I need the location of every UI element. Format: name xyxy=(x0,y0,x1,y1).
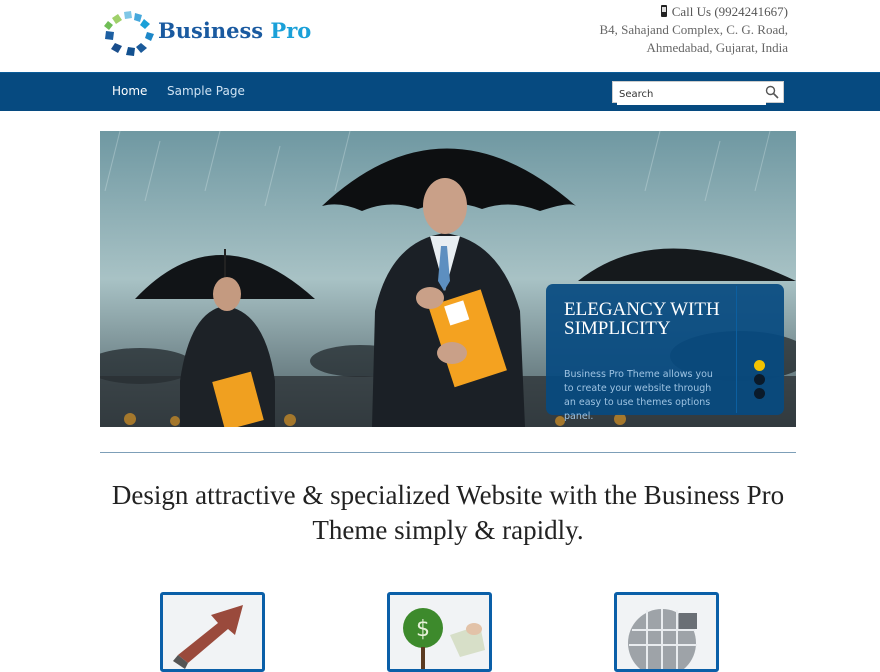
logo-text: Business Pro xyxy=(158,18,311,43)
slider-caption: Elegancy with simplicity Business Pro Th… xyxy=(546,284,784,422)
slider-dot-2[interactable] xyxy=(754,374,765,385)
feature-box-2[interactable]: $ xyxy=(387,592,492,672)
search-box xyxy=(612,81,784,105)
hero-slider: Elegancy with simplicity Business Pro Th… xyxy=(100,131,796,427)
section-divider xyxy=(100,452,796,453)
tagline-heading: Design attractive & specialized Website … xyxy=(111,480,785,545)
main-navigation: Home Sample Page xyxy=(0,72,880,111)
search-icon[interactable] xyxy=(765,85,779,99)
contact-info: Call Us (9924241667) B4, Sahajand Comple… xyxy=(600,3,789,57)
logo-mark-icon xyxy=(104,11,154,56)
logo-text-primary: Business xyxy=(158,18,264,43)
call-us-line: Call Us (9924241667) xyxy=(600,3,788,21)
phone-icon xyxy=(661,5,668,17)
search-input[interactable] xyxy=(617,84,766,105)
call-us-text: Call Us (9924241667) xyxy=(671,4,788,19)
nav-item-home[interactable]: Home xyxy=(112,84,147,98)
nav-item-sample-page[interactable]: Sample Page xyxy=(167,84,245,98)
feature-box-3[interactable] xyxy=(614,592,719,672)
site-header: Business Pro Call Us (9924241667) B4, Sa… xyxy=(0,0,880,72)
address-line-1: B4, Sahajand Complex, C. G. Road, xyxy=(599,22,789,37)
growth-arrow-icon xyxy=(163,595,262,669)
caption-title: Elegancy with simplicity xyxy=(564,299,720,339)
slider-dot-3[interactable] xyxy=(754,388,765,399)
svg-text:$: $ xyxy=(416,617,430,642)
money-tree-icon: $ xyxy=(390,595,489,669)
address-line-2: Ahmedabad, Gujarat, India xyxy=(646,40,788,55)
slider-dot-1[interactable] xyxy=(754,360,765,371)
feature-box-1[interactable] xyxy=(160,592,265,672)
caption-divider xyxy=(736,286,737,413)
site-logo[interactable]: Business Pro xyxy=(104,10,324,58)
globe-icon xyxy=(617,595,716,669)
logo-text-secondary: Pro xyxy=(270,18,312,43)
caption-description: Business Pro Theme allows you to create … xyxy=(564,369,713,422)
